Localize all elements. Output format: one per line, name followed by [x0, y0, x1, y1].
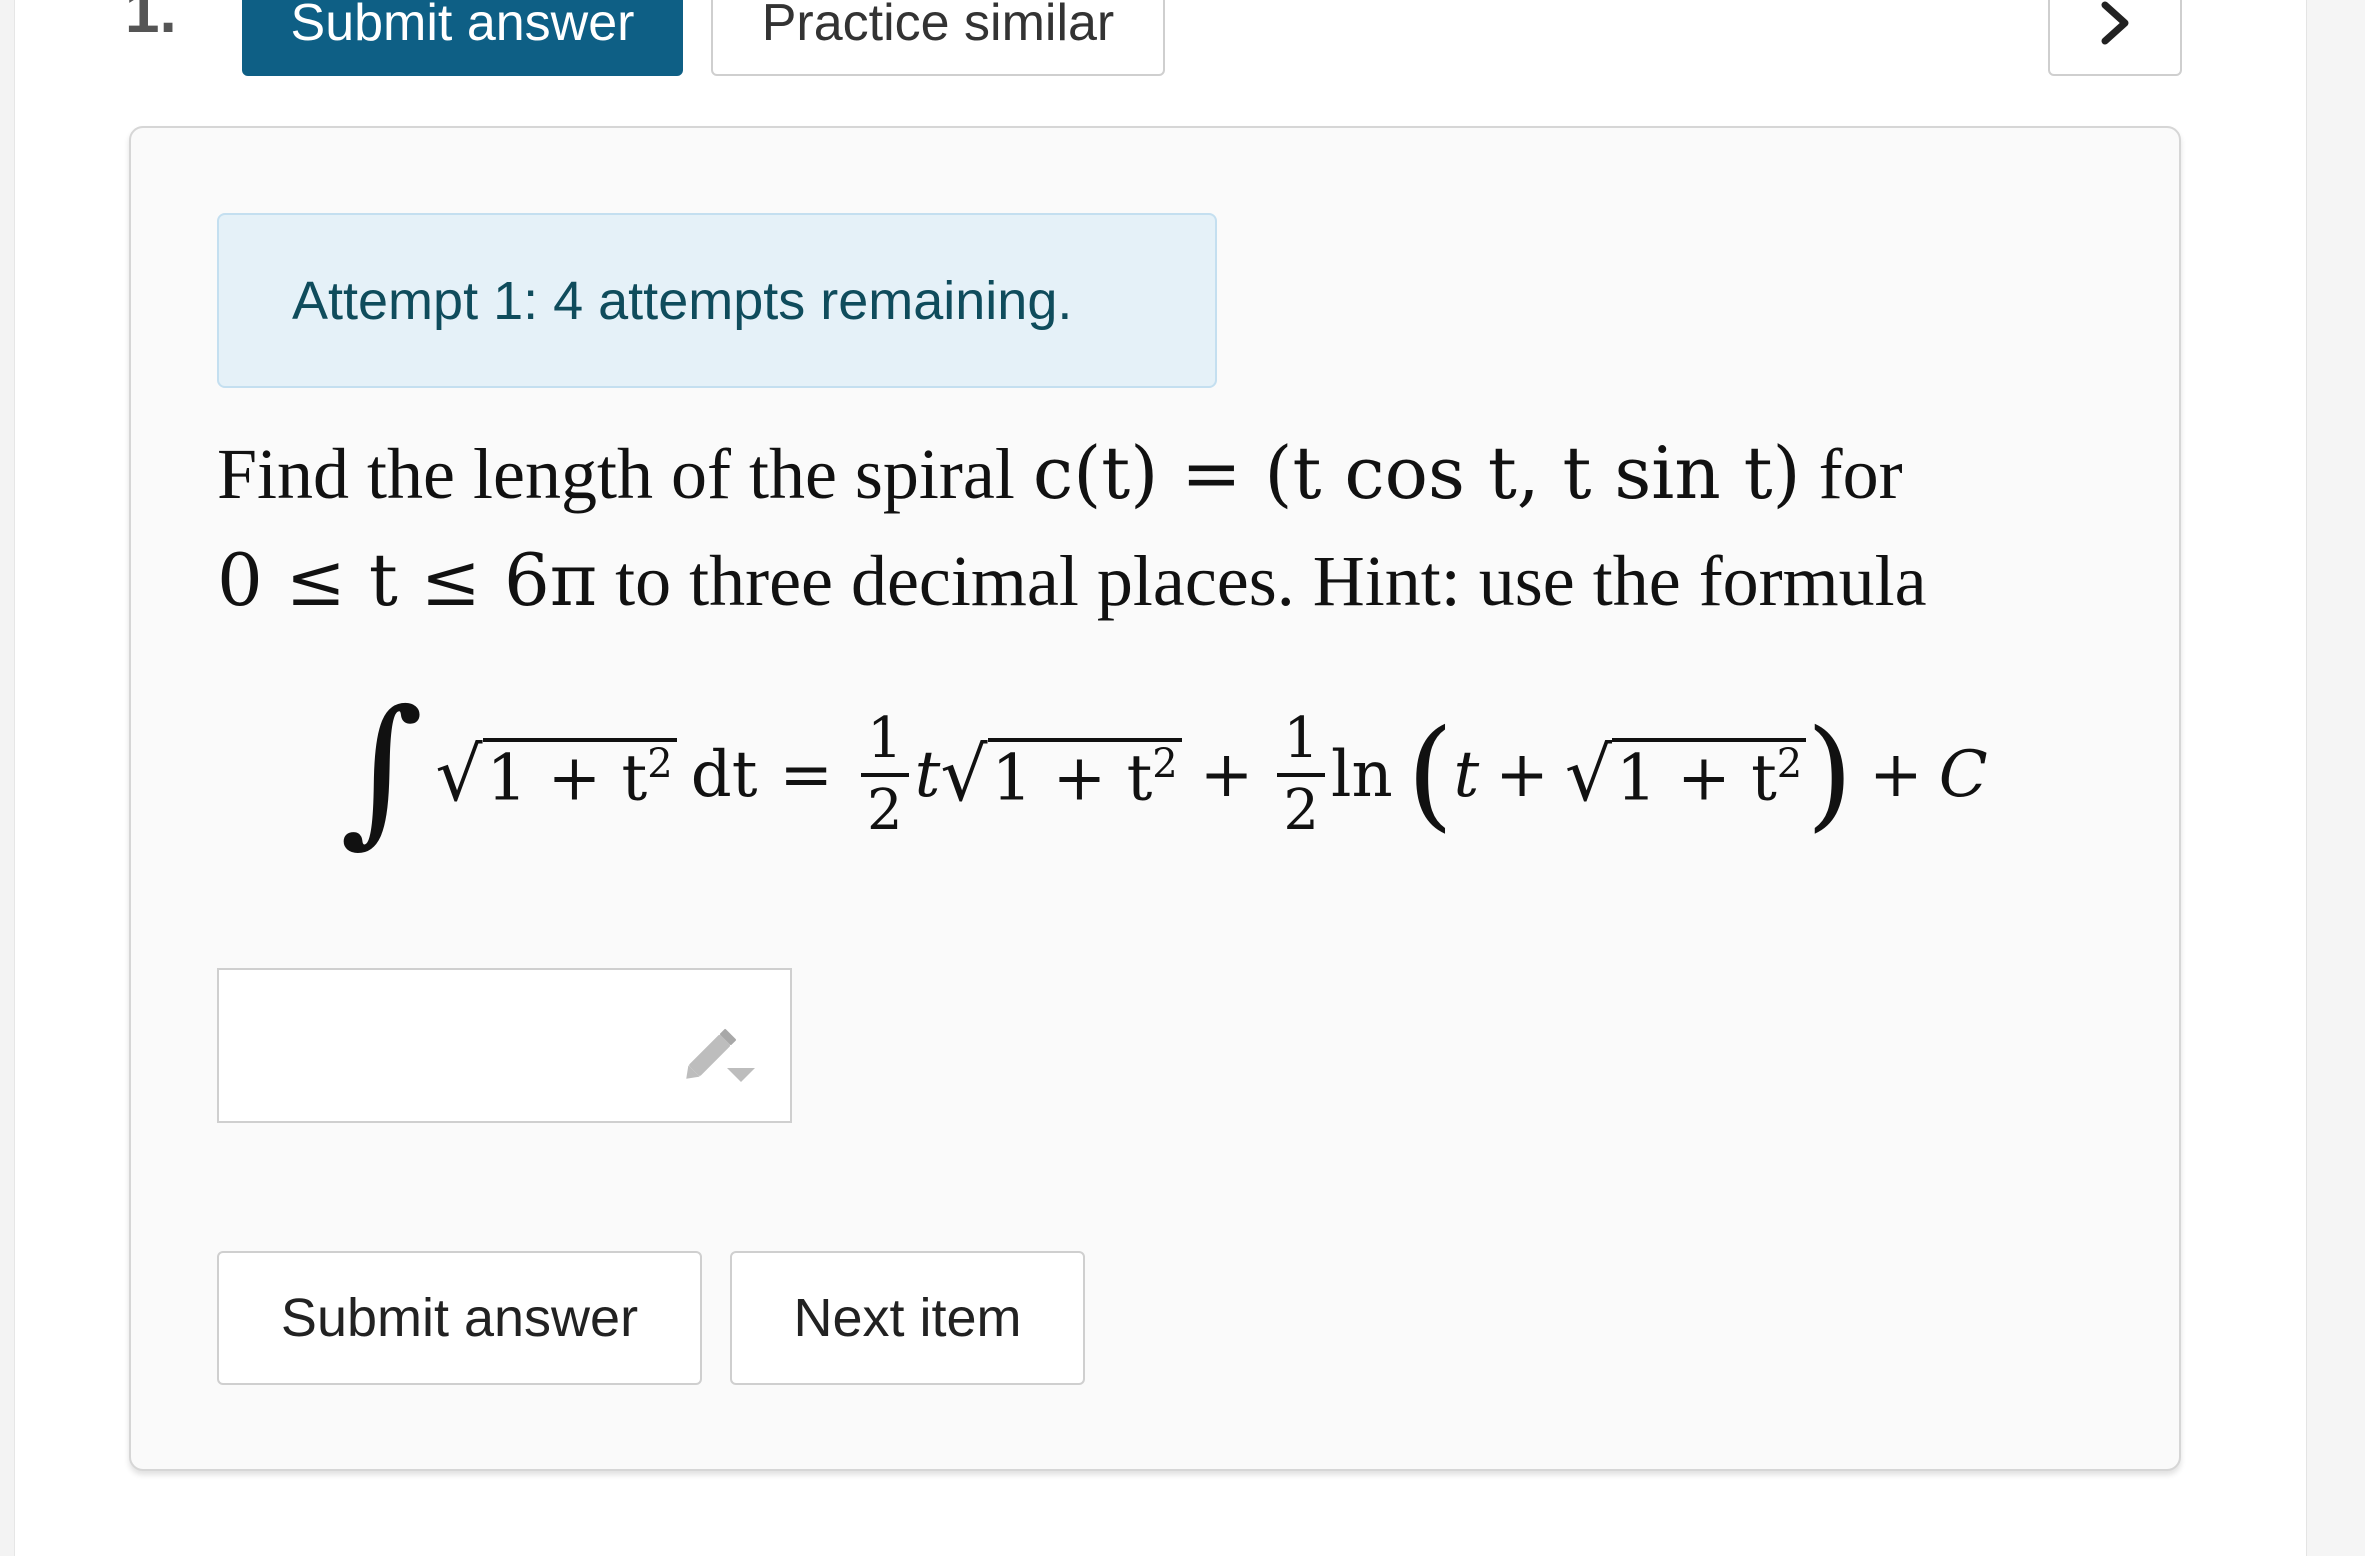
close-paren: ): [1806, 705, 1854, 844]
t-term: t: [914, 738, 941, 812]
plus-sign-3: +: [1869, 738, 1923, 812]
submit-answer-button[interactable]: Submit answer: [217, 1251, 702, 1385]
answer-input[interactable]: [229, 980, 673, 1112]
left-rail: [0, 0, 15, 1556]
pencil-icon[interactable]: [675, 1018, 759, 1088]
t-term-2: t: [1453, 738, 1480, 812]
attempt-status-text: Attempt 1: 4 attempts remaining.: [292, 270, 1073, 331]
integral-sign: ∫: [340, 675, 424, 862]
sqrt-term-3: √ 1 + t2: [1565, 738, 1807, 812]
fraction-half-1: 1 2: [861, 711, 909, 839]
practice-similar-button[interactable]: Practice similar: [711, 0, 1165, 76]
plus-sign-1: +: [1199, 738, 1254, 812]
question-line2-suffix: to three decimal places. Hint: use the f…: [597, 541, 1927, 621]
question-spiral-math: c(t) = (t cos t, t sin t): [1032, 431, 1801, 515]
question-text: Find the length of the spiral c(t) = (t …: [217, 420, 2167, 634]
next-item-button[interactable]: Next item: [730, 1251, 1085, 1385]
question-number: 1.: [125, 0, 177, 46]
question-line-2: 0 ≤ t ≤ 6π to three decimal places. Hint…: [217, 527, 2167, 634]
open-paren: (: [1406, 705, 1454, 844]
dt-term: dt: [690, 738, 758, 812]
next-question-button[interactable]: [2048, 0, 2182, 76]
answer-field-container: [217, 968, 792, 1123]
ln-function: ln: [1331, 738, 1393, 812]
question-line1-prefix: Find the length of the spiral: [217, 434, 1033, 514]
right-scrollbar[interactable]: [2306, 0, 2365, 1556]
hint-formula: ∫ √ 1 + t2 dt = 1 2 t √ 1 + t2 + 1 2 ln …: [340, 675, 1988, 862]
fraction-half-2: 1 2: [1277, 711, 1326, 839]
question-range-math: 0 ≤ t ≤ 6π: [217, 538, 598, 622]
plus-sign-2: +: [1495, 738, 1549, 812]
sqrt-term-2: √ 1 + t2: [940, 738, 1182, 812]
constant-c: C: [1938, 738, 1988, 812]
equals-sign: =: [779, 738, 834, 812]
sqrt-term-1: √ 1 + t2: [435, 738, 677, 812]
question-line1-suffix: for: [1800, 434, 1903, 514]
submit-answer-button-top[interactable]: Submit answer: [242, 0, 683, 76]
chevron-right-icon: [2101, 1, 2129, 45]
attempt-status-alert: Attempt 1: 4 attempts remaining.: [217, 213, 1217, 388]
question-line-1: Find the length of the spiral c(t) = (t …: [217, 420, 2167, 527]
